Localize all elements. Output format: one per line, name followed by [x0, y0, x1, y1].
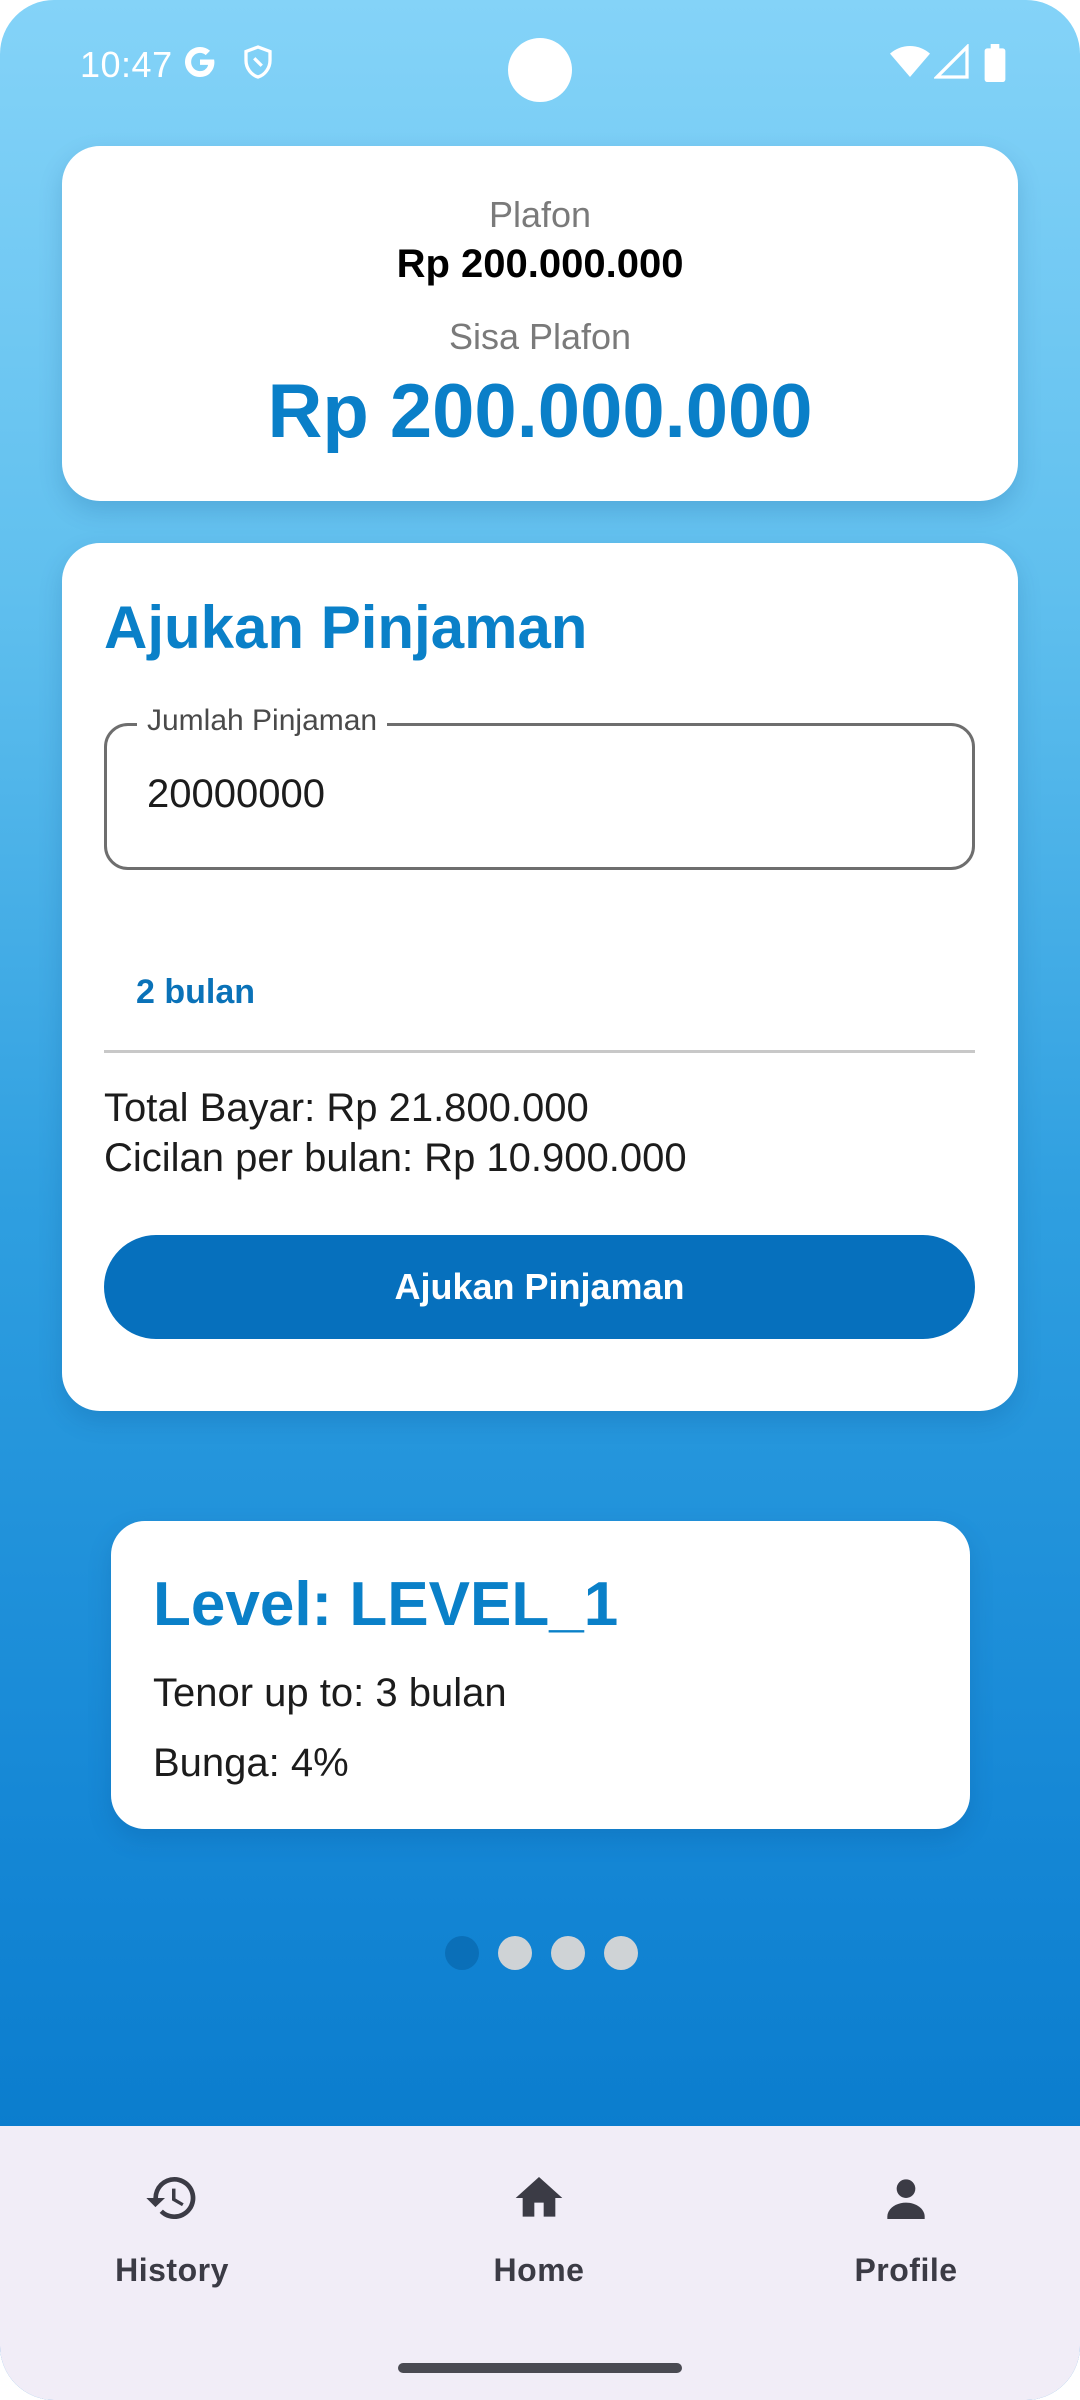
- app-screen: 10:47 Plafon Rp 200.000.000 Sisa Plafon …: [0, 0, 1080, 2400]
- plafon-card: Plafon Rp 200.000.000 Sisa Plafon Rp 200…: [62, 146, 1018, 501]
- tenor-selected-value[interactable]: 2 bulan: [136, 973, 255, 1012]
- history-icon: [144, 2170, 200, 2226]
- signal-icon: [933, 43, 970, 85]
- bottom-navigation: History Home Profile: [0, 2126, 1080, 2400]
- home-icon: [511, 2170, 567, 2226]
- profile-icon: [878, 2170, 934, 2226]
- nav-item-home[interactable]: Home: [419, 2126, 659, 2326]
- nav-item-history[interactable]: History: [52, 2126, 292, 2326]
- shield-icon: [240, 44, 276, 85]
- pager-dot[interactable]: [551, 1936, 585, 1970]
- loan-amount-field[interactable]: Jumlah Pinjaman: [104, 704, 975, 870]
- level-bunga: Bunga: 4%: [153, 1741, 349, 1785]
- submit-loan-button[interactable]: Ajukan Pinjaman: [104, 1235, 975, 1339]
- pager-dot[interactable]: [498, 1936, 532, 1970]
- battery-icon: [984, 44, 1006, 87]
- loan-amount-input[interactable]: [147, 772, 927, 817]
- tenor-dropdown[interactable]: 2 bulan: [104, 903, 975, 1053]
- loan-form-card: Ajukan Pinjaman Jumlah Pinjaman 2 bulan …: [62, 543, 1018, 1411]
- cicilan-text: Cicilan per bulan: Rp 10.900.000: [104, 1136, 687, 1180]
- wifi-icon: [890, 44, 930, 85]
- camera-cutout: [508, 38, 572, 102]
- nav-label-home: Home: [493, 2252, 585, 2288]
- level-title: Level: LEVEL_1: [153, 1570, 619, 1639]
- loan-form-title: Ajukan Pinjaman: [104, 594, 588, 661]
- status-bar: 10:47: [0, 0, 1080, 140]
- nav-label-history: History: [115, 2252, 229, 2288]
- plafon-value: Rp 200.000.000: [396, 242, 684, 286]
- loan-amount-label: Jumlah Pinjaman: [137, 704, 388, 738]
- nav-label-profile: Profile: [854, 2252, 958, 2288]
- sisa-plafon-value: Rp 200.000.000: [267, 369, 813, 454]
- total-bayar-text: Total Bayar: Rp 21.800.000: [104, 1086, 589, 1130]
- sisa-plafon-label: Sisa Plafon: [448, 316, 632, 357]
- pager-indicator: [445, 1936, 645, 1972]
- pager-dot[interactable]: [604, 1936, 638, 1970]
- level-card[interactable]: Level: LEVEL_1 Tenor up to: 3 bulan Bung…: [111, 1521, 970, 1829]
- level-tenor: Tenor up to: 3 bulan: [153, 1671, 507, 1715]
- google-icon: [182, 44, 218, 85]
- loan-summary: Total Bayar: Rp 21.800.000 Cicilan per b…: [104, 1083, 687, 1183]
- plafon-label: Plafon: [488, 194, 592, 235]
- gesture-home-indicator[interactable]: [398, 2363, 682, 2373]
- nav-item-profile[interactable]: Profile: [786, 2126, 1026, 2326]
- status-time: 10:47: [80, 44, 173, 85]
- pager-dot-active[interactable]: [445, 1936, 479, 1970]
